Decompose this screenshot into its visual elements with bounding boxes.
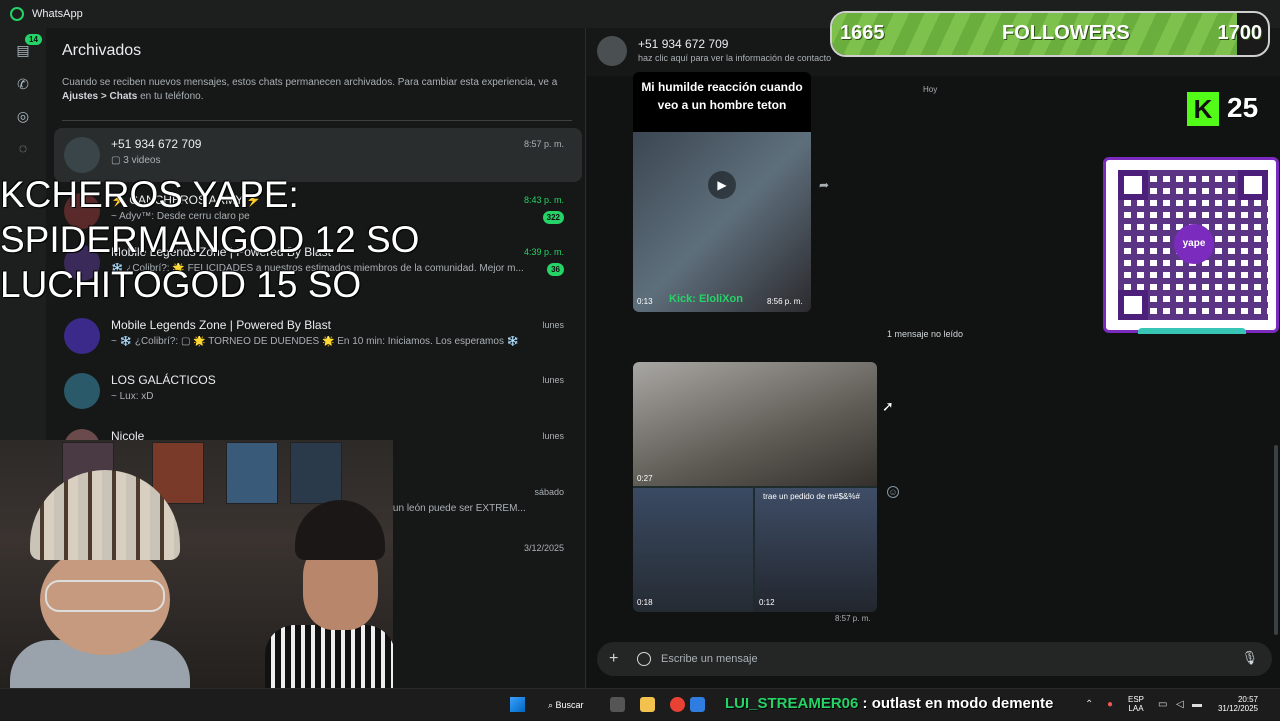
- unread-badge: 14: [25, 34, 42, 45]
- message-time: 8:57 p. m.: [835, 614, 871, 623]
- yape-tab: [1138, 328, 1246, 334]
- task-view-icon[interactable]: [610, 697, 625, 712]
- yape-qr-code: yape: [1103, 157, 1279, 334]
- contact-avatar[interactable]: [597, 36, 627, 66]
- battery-icon[interactable]: ▬: [1192, 699, 1202, 710]
- video-thumbnail[interactable]: [633, 488, 753, 612]
- qr-finder: [1118, 290, 1148, 320]
- network-icon[interactable]: ▭: [1158, 699, 1167, 710]
- channels-icon[interactable]: ◌: [15, 140, 31, 156]
- video-duration: 0:27: [637, 474, 653, 483]
- video-thumbnail[interactable]: [633, 132, 811, 312]
- windows-start-icon[interactable]: [510, 697, 525, 712]
- divider: [62, 120, 572, 121]
- chat-preview: ~ Lux: xD: [111, 391, 154, 402]
- avatar: [64, 373, 100, 409]
- chat-preview: ~ ❄️ ¿Colibrí?: ▢ 🌟 TORNEO DE DUENDES 🌟 …: [111, 336, 520, 347]
- mic-tray-icon[interactable]: ●: [1107, 699, 1113, 710]
- window-title: WhatsApp: [32, 8, 83, 20]
- status-icon[interactable]: ◎: [15, 108, 31, 124]
- video-caption: Mi humilde reacción cuando veo a un homb…: [633, 72, 811, 132]
- panel-title: Archivados: [62, 42, 142, 59]
- video-message[interactable]: Mi humilde reacción cuando veo a un homb…: [633, 72, 811, 312]
- chat-time: lunes: [542, 375, 564, 385]
- chat-time: lunes: [542, 320, 564, 330]
- chat-time: 4:39 p. m.: [523, 247, 564, 257]
- chat-item[interactable]: LOS GALÁCTICOS ~ Lux: xD lunes: [54, 364, 582, 418]
- calls-icon[interactable]: ✆: [15, 76, 31, 92]
- poster: [290, 442, 342, 504]
- react-emoji-icon[interactable]: ☺: [887, 486, 899, 498]
- video-duration: 0:13: [637, 297, 653, 306]
- sticker-icon[interactable]: [637, 652, 651, 666]
- qr-finder: [1238, 170, 1268, 200]
- video-thumbnail[interactable]: [633, 362, 877, 486]
- yape-logo-icon: yape: [1174, 224, 1214, 264]
- conversation-panel: +51 934 672 709 haz clic aquí para ver l…: [587, 28, 1280, 688]
- unread-count-badge: 322: [542, 211, 564, 224]
- video-overlay-text: Kick: EloliXon: [669, 293, 743, 305]
- viewer-count: 25: [1227, 92, 1259, 123]
- chrome-icon[interactable]: [670, 697, 685, 712]
- followers-goal: 1700: [1217, 22, 1263, 44]
- chat-ticker: LUI_STREAMER06 : outlast en modo demente: [725, 695, 1054, 712]
- contact-name[interactable]: +51 934 672 709: [638, 37, 728, 51]
- chat-name: Mobile Legends Zone | Powered By Blast: [111, 318, 331, 332]
- taskbar-search[interactable]: ⌕ Buscar: [540, 695, 594, 715]
- chat-time: sábado: [534, 487, 564, 497]
- contact-info-hint: haz clic aquí para ver la información de…: [638, 53, 832, 63]
- followers-label: FOLLOWERS: [1002, 22, 1130, 44]
- poster: [226, 442, 278, 504]
- chat-name: LOS GALÁCTICOS: [111, 373, 216, 387]
- chat-item[interactable]: Mobile Legends Zone | Powered By Blast ~…: [54, 309, 582, 363]
- chevron-up-icon[interactable]: ⌃: [1085, 699, 1093, 710]
- guest-person: [265, 500, 393, 688]
- language-indicator[interactable]: ESP LAA: [1128, 695, 1144, 713]
- chat-preview: ▢ 3 videos: [111, 155, 161, 166]
- day-separator: Hoy: [923, 85, 938, 94]
- stream-yape-overlay: KCHEROS YAPE: SPIDERMANGOD 12 SO LUCHITO…: [0, 174, 420, 305]
- kick-viewer-count: K 25: [1187, 92, 1277, 128]
- chat-time: 8:57 p. m.: [523, 139, 564, 149]
- unread-separator: 1 mensaje no leído: [887, 329, 964, 339]
- video-caption: trae un pedido de m#$&%#: [763, 492, 860, 501]
- app-icon[interactable]: [690, 697, 705, 712]
- file-explorer-icon[interactable]: [640, 697, 655, 712]
- microphone-icon[interactable]: 🎙: [1241, 650, 1258, 666]
- video-duration: 0:12: [759, 598, 775, 607]
- streamer-person: [10, 470, 190, 688]
- conversation-scrollbar[interactable]: [1274, 445, 1278, 635]
- followers-goal-bar: 1665 FOLLOWERS 1700: [830, 11, 1270, 57]
- windows-taskbar: ⌕ Buscar LUI_STREAMER06 : outlast en mod…: [0, 688, 1280, 720]
- chat-time: lunes: [542, 431, 564, 441]
- whatsapp-logo-icon: [10, 7, 24, 21]
- compose-bar: + 🎙: [597, 642, 1272, 676]
- video-thumbnail[interactable]: [755, 488, 877, 612]
- archived-description: Cuando se reciben nuevos mensajes, estos…: [62, 77, 558, 102]
- followers-current: 1665: [840, 22, 885, 44]
- forward-icon[interactable]: ➦: [819, 178, 829, 192]
- chat-time: 8:43 p. m.: [523, 195, 564, 205]
- qr-finder: [1118, 170, 1148, 200]
- message-input[interactable]: [661, 648, 1221, 670]
- volume-icon[interactable]: ◁: [1176, 699, 1184, 710]
- avatar: [64, 318, 100, 354]
- video-duration: 0:18: [637, 598, 653, 607]
- kick-logo-icon: K: [1187, 92, 1219, 126]
- unread-count-badge: 36: [547, 263, 564, 276]
- attach-plus-icon[interactable]: +: [609, 650, 618, 668]
- chat-name: +51 934 672 709: [111, 137, 202, 151]
- mouse-cursor-icon: ➚: [882, 398, 894, 414]
- chat-time: 3/12/2025: [523, 543, 564, 553]
- video-album-message[interactable]: 0:27 0:18 trae un pedido de m#$&%# 0:12: [633, 362, 877, 612]
- play-icon[interactable]: ▶: [708, 171, 736, 199]
- clock[interactable]: 20:57 31/12/2025: [1218, 695, 1258, 713]
- avatar: [64, 137, 100, 173]
- webcam-feed: [0, 440, 393, 688]
- message-time: 8:56 p. m.: [767, 297, 803, 306]
